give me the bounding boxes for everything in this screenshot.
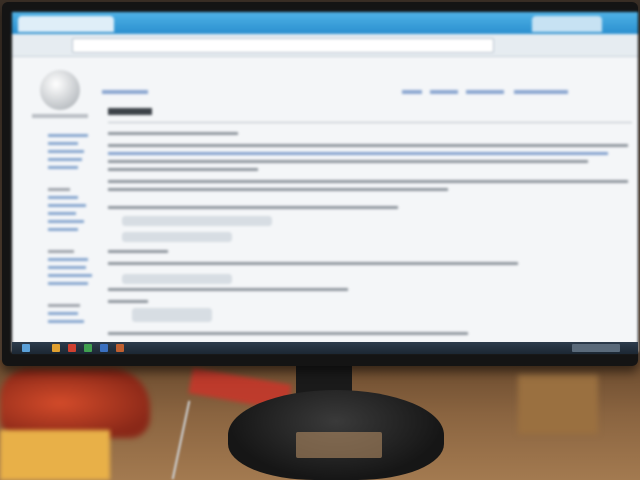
os-taskbar [12, 342, 638, 354]
content-line [108, 250, 168, 253]
sidebar-heading [48, 304, 80, 307]
content-line [108, 180, 628, 183]
tab-article[interactable] [102, 90, 148, 94]
sidebar-item[interactable] [48, 204, 86, 207]
content-line [108, 160, 588, 163]
sidebar-item[interactable] [48, 312, 78, 315]
sidebar-item[interactable] [48, 282, 88, 285]
browser-tab[interactable] [18, 16, 114, 32]
wooden-box [518, 374, 598, 434]
content-line [108, 168, 258, 171]
folder-icon[interactable] [52, 344, 60, 352]
sidebar-heading [48, 250, 74, 253]
sidebar-item[interactable] [48, 258, 88, 261]
content-line [108, 152, 608, 155]
start-button-icon[interactable] [22, 344, 30, 352]
app-icon[interactable] [84, 344, 92, 352]
content-line [108, 188, 448, 191]
sidebar-item[interactable] [48, 166, 78, 169]
stand-reflection [296, 432, 382, 458]
sidebar-item[interactable] [48, 196, 78, 199]
tab-history[interactable] [466, 90, 504, 94]
browser-tab[interactable] [532, 16, 602, 32]
tab-read[interactable] [402, 90, 422, 94]
sidebar-item[interactable] [48, 320, 84, 323]
content-line [108, 132, 238, 135]
browser-icon[interactable] [68, 344, 76, 352]
title-divider [108, 122, 632, 123]
formula [122, 232, 232, 242]
sidebar-item[interactable] [48, 220, 84, 223]
monitor-screen [12, 12, 638, 352]
yellow-paper [0, 430, 110, 480]
formula [122, 216, 272, 226]
browser-titlebar [12, 12, 638, 34]
system-tray[interactable] [572, 344, 620, 352]
tab-edit[interactable] [430, 90, 458, 94]
content-line [108, 288, 348, 291]
content-line [108, 300, 148, 303]
content-line [108, 332, 468, 335]
sidebar-item[interactable] [48, 150, 84, 153]
red-object [0, 368, 150, 438]
sidebar-item[interactable] [48, 134, 88, 137]
address-bar[interactable] [72, 38, 494, 53]
app-icon[interactable] [116, 344, 124, 352]
formula [122, 274, 232, 284]
sidebar-item[interactable] [48, 266, 86, 269]
sidebar-item[interactable] [48, 228, 78, 231]
app-icon[interactable] [100, 344, 108, 352]
content-line [108, 144, 628, 147]
monitor-bezel [2, 2, 638, 366]
sidebar-item[interactable] [48, 142, 78, 145]
sidebar-heading [48, 188, 70, 191]
sidebar-item[interactable] [48, 158, 82, 161]
formula [132, 308, 212, 322]
content-line [108, 262, 518, 265]
sidebar-item[interactable] [48, 274, 92, 277]
sidebar-item[interactable] [48, 212, 76, 215]
page-title [108, 108, 152, 115]
content-line [108, 206, 398, 209]
site-logo-caption [32, 114, 88, 118]
search-input[interactable] [514, 90, 568, 94]
site-logo[interactable] [40, 70, 80, 110]
